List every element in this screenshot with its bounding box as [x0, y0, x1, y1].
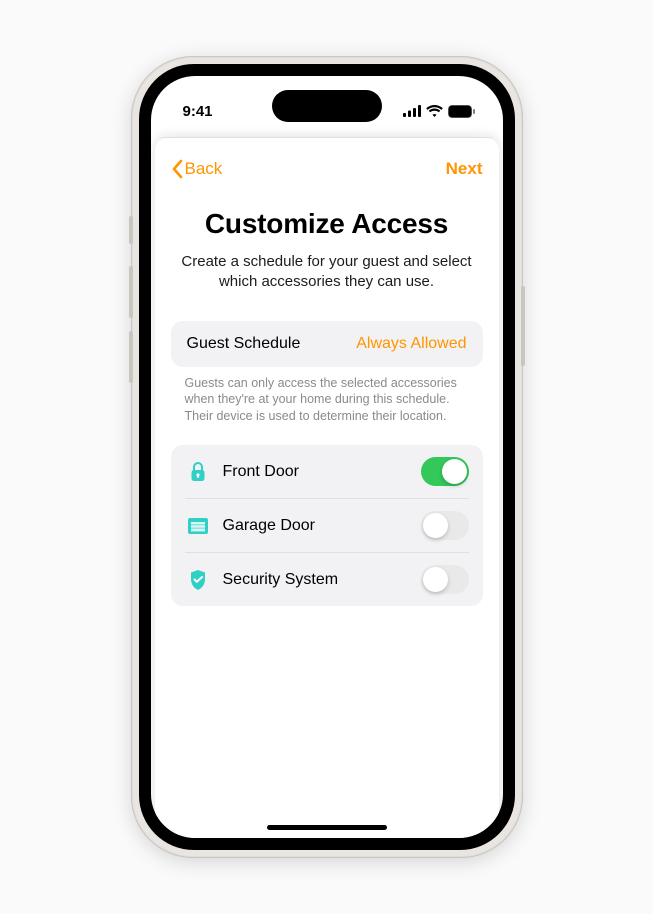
- status-time: 9:41: [183, 103, 213, 120]
- status-icons: [403, 105, 475, 118]
- schedule-value: Always Allowed: [356, 335, 466, 353]
- lock-icon: [185, 461, 211, 483]
- accessory-row-front-door: Front Door: [185, 445, 469, 498]
- phone-frame: 9:41 Back Next Customize Access Cr: [131, 56, 523, 858]
- phone-bezel: 9:41 Back Next Customize Access Cr: [139, 64, 515, 850]
- accessory-row-security-system: Security System: [185, 552, 469, 606]
- accessory-label: Front Door: [223, 463, 421, 481]
- back-label: Back: [185, 159, 223, 179]
- dynamic-island: [272, 90, 382, 122]
- home-indicator[interactable]: [267, 825, 387, 830]
- wifi-icon: [426, 105, 443, 117]
- action-button: [129, 216, 133, 244]
- side-button: [521, 286, 525, 366]
- page-subtitle: Create a schedule for your guest and sel…: [177, 252, 477, 293]
- back-button[interactable]: Back: [171, 159, 223, 179]
- garage-door-toggle[interactable]: [421, 511, 469, 540]
- next-button[interactable]: Next: [446, 159, 483, 179]
- accessory-row-garage-door: Garage Door: [185, 498, 469, 552]
- volume-down-button: [129, 331, 133, 383]
- shield-check-icon: [185, 569, 211, 591]
- garage-icon: [185, 517, 211, 535]
- sheet-background-peek: [161, 130, 493, 138]
- security-system-toggle[interactable]: [421, 565, 469, 594]
- schedule-label: Guest Schedule: [187, 335, 301, 353]
- screen: 9:41 Back Next Customize Access Cr: [151, 76, 503, 838]
- accessory-label: Security System: [223, 571, 421, 589]
- nav-bar: Back Next: [171, 152, 483, 186]
- cellular-icon: [403, 105, 421, 117]
- chevron-left-icon: [171, 159, 183, 179]
- accessory-label: Garage Door: [223, 517, 421, 535]
- battery-icon: [448, 105, 475, 118]
- modal-sheet: Back Next Customize Access Create a sche…: [155, 138, 499, 838]
- schedule-footer: Guests can only access the selected acce…: [185, 375, 469, 426]
- accessory-list: Front Door Garage Door: [171, 445, 483, 606]
- front-door-toggle[interactable]: [421, 457, 469, 486]
- schedule-card[interactable]: Guest Schedule Always Allowed: [171, 321, 483, 367]
- page-title: Customize Access: [171, 208, 483, 240]
- volume-up-button: [129, 266, 133, 318]
